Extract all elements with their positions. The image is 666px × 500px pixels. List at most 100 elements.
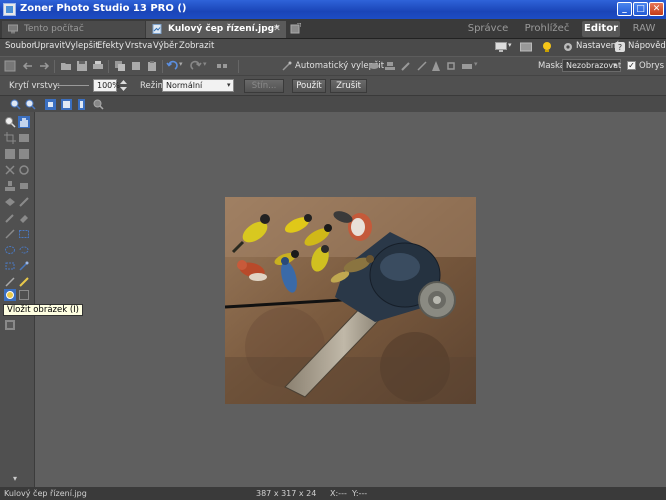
brush-tool-icon[interactable] <box>4 212 16 224</box>
redo-dropdown-icon[interactable]: ▾ <box>203 60 207 68</box>
computer-icon <box>8 24 18 34</box>
status-bar: Kulový čep řízení.jpg 387 x 317 x 24 X:-… <box>0 487 666 500</box>
main-toolbar: ▾ ▾ Automatický vylepšit ▾ Maska: Nezobr… <box>0 56 666 75</box>
toolbar-separator <box>108 60 109 73</box>
fit-to-window-icon[interactable] <box>60 98 73 111</box>
new-tab-icon[interactable] <box>290 23 301 34</box>
zoom-tool-icon[interactable] <box>4 116 16 128</box>
close-button[interactable]: ✕ <box>649 2 664 16</box>
paste-icon[interactable] <box>146 60 158 72</box>
zoom-tool-icon[interactable] <box>93 99 104 110</box>
crop-tool-icon[interactable] <box>4 132 16 144</box>
undo-icon[interactable] <box>166 60 178 72</box>
menu-layer[interactable]: Vrstva <box>125 41 152 51</box>
copy-icon[interactable] <box>114 60 126 72</box>
eraser-tool-icon[interactable] <box>18 212 30 224</box>
thumbnails-icon[interactable] <box>4 60 16 72</box>
mask-dropdown-icon[interactable]: ▾ <box>613 61 617 69</box>
straighten-tool-icon[interactable] <box>18 132 30 144</box>
redo-icon[interactable] <box>190 60 202 72</box>
zoom-in-icon[interactable] <box>10 99 21 110</box>
perspective-tool-icon[interactable] <box>18 164 30 176</box>
title-bar: Zoner Photo Studio 13 PRO () _ □ ✕ <box>0 0 666 19</box>
gear-icon[interactable] <box>563 42 573 52</box>
blend-mode-select[interactable]: Normální <box>162 79 234 92</box>
apply-button[interactable]: Použít <box>292 79 326 93</box>
mode-tab-viewer[interactable]: Prohlížeč <box>518 21 576 37</box>
lasso-tool-icon[interactable] <box>18 244 30 256</box>
tab-document[interactable]: Kulový čep řízení.jpg* ✕ <box>146 21 286 38</box>
crop-icon[interactable] <box>445 60 457 72</box>
frame-tool-icon[interactable] <box>18 289 30 301</box>
tab-bar: Tento počítač Kulový čep řízení.jpg* ✕ S… <box>0 19 666 39</box>
print-preview-icon[interactable] <box>461 60 473 72</box>
menu-view[interactable]: Zobrazit <box>179 41 214 51</box>
menu-file[interactable]: Soubor <box>5 41 35 51</box>
hand-tool-icon[interactable] <box>18 116 30 128</box>
cancel-button[interactable]: Zrušit <box>330 79 367 93</box>
pencil-tool-icon[interactable] <box>4 228 16 240</box>
print-icon[interactable] <box>92 60 104 72</box>
dropdown-arrow-icon[interactable]: ▾ <box>508 41 512 49</box>
gradient-tool-icon[interactable] <box>18 276 30 288</box>
opacity-input[interactable]: 100% <box>93 79 120 92</box>
pen-icon[interactable] <box>416 60 428 72</box>
line-tool-icon[interactable] <box>4 276 16 288</box>
photo-ball-joint-with-birds[interactable] <box>225 197 476 404</box>
screen-icon[interactable] <box>520 42 532 53</box>
outline-checkbox[interactable]: ✓ <box>627 61 636 70</box>
insert-image-tool-icon[interactable] <box>4 289 16 301</box>
opacity-spinner-icon[interactable] <box>119 79 128 92</box>
zoom-out-icon[interactable] <box>25 99 36 110</box>
tools-dropdown-icon[interactable]: ▾ <box>474 60 478 68</box>
rotate-tool-icon[interactable] <box>4 164 16 176</box>
healing-brush-tool-icon[interactable] <box>18 180 30 192</box>
lightbulb-icon[interactable] <box>541 41 553 53</box>
fit-height-icon[interactable] <box>77 98 86 111</box>
smudge-tool-icon[interactable] <box>18 196 30 208</box>
forward-arrow-icon[interactable] <box>38 60 50 72</box>
maximize-button[interactable]: □ <box>633 2 648 16</box>
menu-edit[interactable]: Upravit <box>34 41 65 51</box>
resize-tool-icon[interactable] <box>4 148 16 160</box>
red-eye-icon[interactable] <box>368 60 380 72</box>
mode-tab-raw[interactable]: RAW <box>626 21 662 37</box>
canvas-tool-icon[interactable] <box>18 148 30 160</box>
blend-mode-dropdown-icon[interactable]: ▾ <box>227 81 231 89</box>
magic-wand-icon[interactable] <box>281 60 293 72</box>
opacity-slider[interactable] <box>55 85 89 86</box>
help-icon[interactable]: ? <box>615 42 625 52</box>
ellipse-select-tool-icon[interactable] <box>4 244 16 256</box>
open-folder-icon[interactable] <box>60 60 72 72</box>
scroll-down-arrow-icon[interactable]: ▾ <box>13 474 17 483</box>
brush-icon[interactable] <box>400 60 412 72</box>
close-tab-icon[interactable]: ✕ <box>272 24 282 34</box>
history-icon[interactable] <box>216 60 228 72</box>
monitor-icon[interactable] <box>495 42 507 53</box>
shadow-button[interactable]: Stín... <box>244 79 284 93</box>
rectangle-select-tool-icon[interactable] <box>18 228 30 240</box>
help-menu[interactable]: Nápověda <box>628 41 666 51</box>
clone-stamp-tool-icon[interactable] <box>4 180 16 192</box>
sharpen-icon[interactable] <box>430 60 442 72</box>
save-icon[interactable] <box>76 60 88 72</box>
minimize-button[interactable]: _ <box>617 2 632 16</box>
menu-effects[interactable]: Efekty <box>97 41 124 51</box>
clone-stamp-icon[interactable] <box>384 60 396 72</box>
menu-enhance[interactable]: Vylepšit <box>65 41 99 51</box>
back-arrow-icon[interactable] <box>22 60 34 72</box>
magnetic-lasso-tool-icon[interactable] <box>4 260 16 272</box>
image-file-icon <box>152 24 162 34</box>
toolbar-separator <box>162 60 163 73</box>
undo-dropdown-icon[interactable]: ▾ <box>179 60 183 68</box>
text-tool-icon[interactable] <box>4 319 16 331</box>
tab-this-computer[interactable]: Tento počítač <box>2 21 145 38</box>
duplicate-icon[interactable] <box>130 60 142 72</box>
settings-menu[interactable]: Nastavení <box>576 41 619 51</box>
red-eye-tool-icon[interactable] <box>4 196 16 208</box>
menu-selection[interactable]: Výběr <box>153 41 178 51</box>
actual-size-icon[interactable] <box>44 98 57 111</box>
mode-tab-editor[interactable]: Editor <box>582 21 620 37</box>
mode-tab-manager[interactable]: Správce <box>462 21 514 37</box>
magic-wand-tool-icon[interactable] <box>18 260 30 272</box>
